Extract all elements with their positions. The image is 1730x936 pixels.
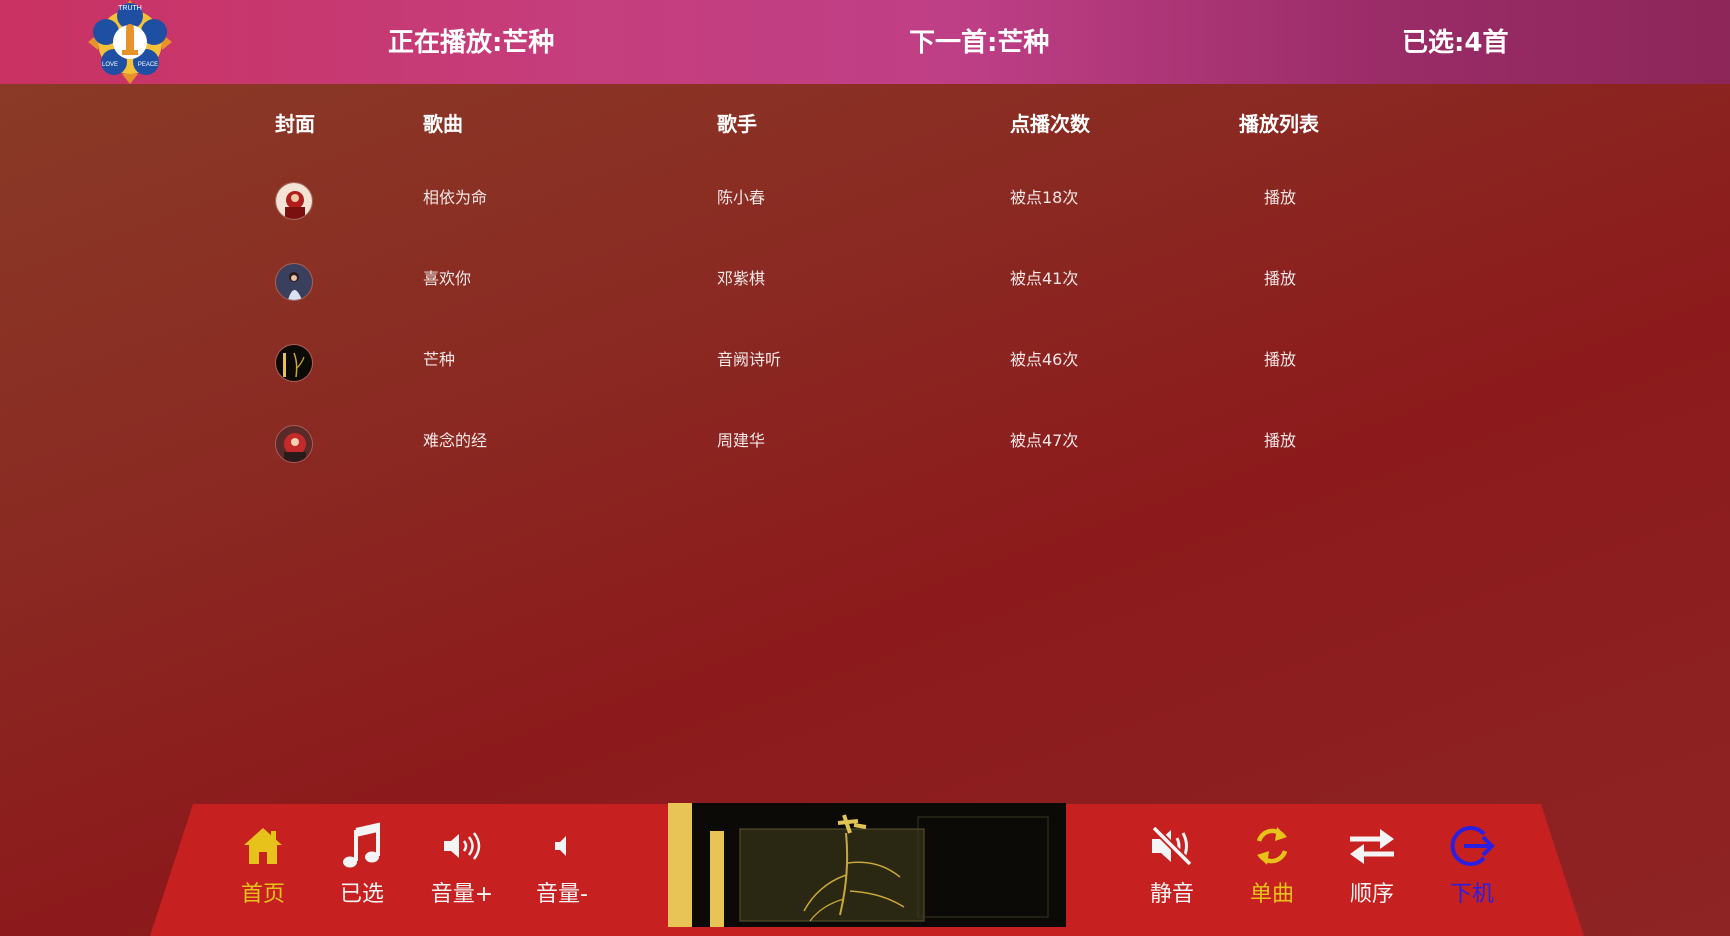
single-loop-label: 单曲 [1249, 882, 1294, 907]
swap-arrows-icon [1330, 818, 1414, 874]
song-title: 相依为命 [423, 188, 488, 207]
column-header-cover: 封面 [275, 112, 315, 136]
logout-button[interactable]: 下机 [1430, 818, 1514, 928]
singer-name: 陈小春 [717, 188, 766, 207]
logo-word-love: LOVE [102, 62, 118, 68]
repeat-single-icon [1230, 818, 1314, 874]
song-title: 喜欢你 [423, 269, 472, 288]
top-header: TRUTH LOVE PEACE 正在播放:芒种 下一首:芒种 已选:4首 [0, 0, 1730, 84]
volume-up-label: 音量+ [430, 882, 494, 907]
cover-thumbnail [275, 182, 313, 220]
mute-button[interactable]: 静音 [1130, 818, 1214, 928]
play-button[interactable]: 播放 [1264, 427, 1296, 451]
play-count: 被点41次 [1010, 269, 1079, 288]
selected-label: 已选 [339, 882, 384, 907]
logout-icon [1430, 818, 1514, 874]
logo-word-peace: PEACE [138, 62, 158, 68]
logout-label: 下机 [1449, 882, 1494, 907]
singer-name: 邓紫棋 [717, 269, 766, 288]
cover-thumbnail [275, 344, 313, 382]
home-label: 首页 [240, 882, 285, 907]
play-count: 被点47次 [1010, 431, 1079, 450]
order-play-button[interactable]: 顺序 [1330, 818, 1414, 928]
play-button[interactable]: 播放 [1264, 346, 1296, 370]
play-button[interactable]: 播放 [1264, 184, 1296, 208]
volume-down-button[interactable]: 音量- [520, 818, 604, 928]
song-title: 难念的经 [423, 431, 488, 450]
song-title: 芒种 [423, 350, 456, 369]
music-note-icon [320, 818, 404, 874]
single-loop-button[interactable]: 单曲 [1230, 818, 1314, 928]
column-header-song: 歌曲 [423, 112, 463, 136]
column-header-play-count: 点播次数 [1010, 112, 1090, 136]
cover-thumbnail [275, 263, 313, 301]
selected-button[interactable]: 已选 [320, 818, 404, 928]
logo-word-truth: TRUTH [118, 5, 142, 12]
home-button[interactable]: 首页 [221, 818, 305, 928]
singer-name: 周建华 [717, 431, 766, 450]
singer-name: 音阙诗听 [717, 350, 782, 369]
cover-thumbnail [275, 425, 313, 463]
mute-icon [1130, 818, 1214, 874]
mute-label: 静音 [1149, 882, 1194, 907]
column-header-singer: 歌手 [717, 112, 757, 136]
volume-up-button[interactable]: 音量+ [420, 818, 504, 928]
selected-count-label: 已选:4首 [1402, 28, 1509, 58]
next-song-label: 下一首:芒种 [909, 28, 1050, 58]
home-icon [221, 818, 305, 874]
now-playing-album-art [668, 803, 1066, 927]
play-count: 被点18次 [1010, 188, 1079, 207]
logo-emblem: TRUTH LOVE PEACE [84, 0, 176, 84]
play-count: 被点46次 [1010, 350, 1079, 369]
volume-up-icon [420, 818, 504, 874]
column-header-playlist: 播放列表 [1239, 112, 1319, 136]
now-playing-label: 正在播放:芒种 [388, 28, 555, 58]
volume-down-label: 音量- [536, 882, 588, 907]
order-play-label: 顺序 [1349, 882, 1394, 907]
volume-down-icon [520, 818, 604, 874]
play-button[interactable]: 播放 [1264, 265, 1296, 289]
